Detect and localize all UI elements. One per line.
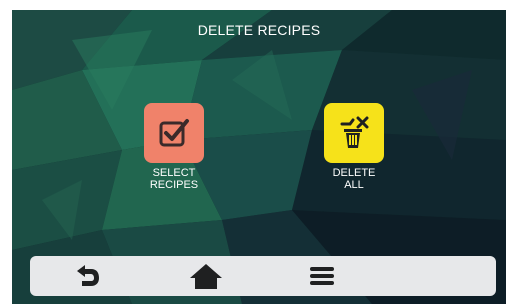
- delete-all-button[interactable]: [324, 103, 384, 163]
- delete-label-line1: DELETE: [332, 167, 376, 179]
- menu-icon: [310, 267, 334, 285]
- screen: DELETE RECIPES SELECT RECIPES DELETE ALL: [12, 10, 506, 304]
- device-frame: DELETE RECIPES SELECT RECIPES DELETE ALL: [0, 0, 518, 304]
- page-title: DELETE RECIPES: [197, 22, 321, 38]
- home-icon: [190, 264, 222, 289]
- menu-button[interactable]: [298, 256, 346, 296]
- delete-all-label: DELETE ALL: [294, 167, 414, 191]
- checkbox-check-icon: [159, 119, 189, 147]
- select-label-line2: RECIPES: [149, 179, 199, 191]
- trash-delete-icon: [340, 116, 369, 148]
- back-button[interactable]: [63, 256, 111, 296]
- delete-label-line2: ALL: [344, 179, 364, 191]
- select-recipes-button[interactable]: [144, 103, 204, 163]
- select-label-line1: SELECT: [152, 167, 196, 179]
- back-arrow-icon: [77, 265, 99, 286]
- home-button[interactable]: [182, 256, 230, 296]
- bottom-navbar: [30, 256, 496, 296]
- select-recipes-label: SELECT RECIPES: [114, 167, 234, 191]
